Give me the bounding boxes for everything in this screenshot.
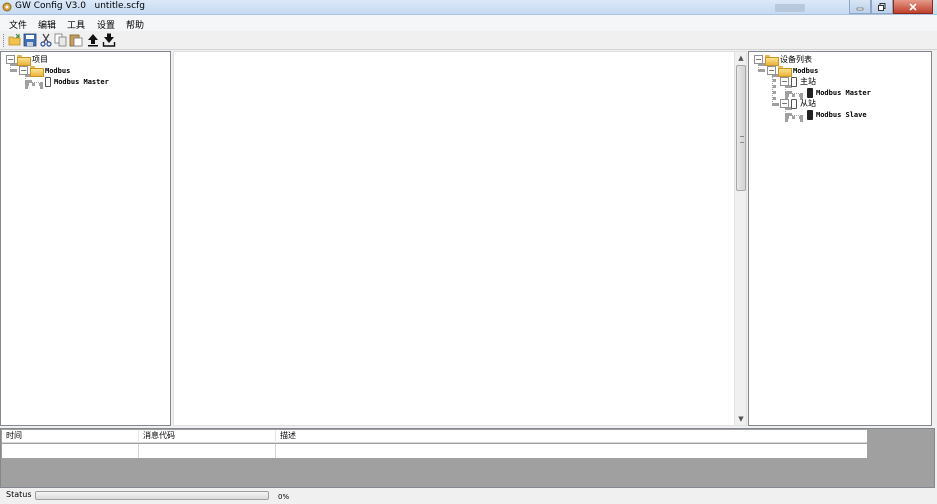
column-header-description[interactable]: 描述 [276,430,867,443]
tree-node-master-group[interactable]: − 主站 [780,76,816,87]
collapse-icon[interactable]: − [767,66,776,75]
tree-node-slave-group[interactable]: − 从站 [780,98,816,109]
minimize-icon [856,7,864,10]
scroll-up-icon[interactable]: ▲ [735,52,747,64]
tree-line [25,82,43,86]
table-row[interactable] [2,444,867,458]
tree-node-modbus[interactable]: − Modbus [767,65,819,77]
tree-node-modbus[interactable]: − Modbus [19,65,71,77]
cut-icon[interactable] [39,33,53,47]
progress-percent: 0% [278,493,290,501]
tree-line [785,93,803,97]
app-gear-icon [2,2,12,12]
open-folder-icon[interactable] [8,33,22,47]
tree-node-modbus-master[interactable]: Modbus Master [45,76,109,87]
status-bar: Status 0% [0,488,937,504]
device-icon [807,87,813,98]
progress-bar [35,491,269,500]
column-header-time[interactable]: 时间 [2,430,139,443]
tree-label: Modbus Master [816,88,871,97]
device-group-icon [791,98,797,109]
restore-button[interactable] [871,0,893,14]
table-cell [276,444,867,458]
scroll-grip [740,136,744,143]
collapse-icon[interactable]: − [754,55,763,64]
message-list[interactable]: 时间 消息代码 描述 [0,428,935,488]
tree-label: 设备列表 [780,55,812,64]
menu-help[interactable]: 帮助 [126,18,144,31]
message-list-header: 时间 消息代码 描述 [2,430,867,443]
menu-bar: 文件 编辑 工具 设置 帮助 [0,15,937,31]
folder-icon [778,66,792,77]
tree-label: 项目 [32,55,48,64]
folder-icon [765,55,779,66]
menu-settings[interactable]: 设置 [97,18,115,31]
tree-label: Modbus Slave [816,110,867,119]
folder-icon [17,55,31,66]
tree-line [785,115,803,119]
collapse-icon[interactable]: − [6,55,15,64]
tree-label: Modbus [793,66,819,75]
tree-node-modbus-master[interactable]: Modbus Master [807,87,871,98]
window-title: GW Config V3.0 untitle.scfg [15,1,145,11]
collapse-icon[interactable]: − [780,77,789,86]
title-bar-blurred-region [775,4,805,12]
toolbar [0,31,937,50]
collapse-icon[interactable]: − [780,99,789,108]
tree-node-modbus-slave[interactable]: Modbus Slave [807,109,867,120]
tree-line [772,74,776,106]
tree-label: 主站 [800,77,816,86]
title-bar: GW Config V3.0 untitle.scfg [0,0,937,15]
menu-file[interactable]: 文件 [9,18,27,31]
menu-tools[interactable]: 工具 [67,18,85,31]
tree-label: Modbus [45,66,71,75]
download-icon[interactable] [102,33,116,47]
table-cell [2,444,139,458]
scroll-down-icon[interactable]: ▼ [735,413,747,425]
tree-label: 从站 [800,99,816,108]
collapse-icon[interactable]: − [19,66,28,75]
tree-node-project[interactable]: − 项目 [6,54,48,66]
upload-icon[interactable] [86,33,100,47]
restore-icon [878,2,886,11]
table-cell [139,444,276,458]
scroll-thumb[interactable] [736,65,746,191]
menu-edit[interactable]: 编辑 [38,18,56,31]
workspace-panel[interactable]: ▲ ▼ [173,51,747,426]
close-icon [909,2,917,11]
close-button[interactable] [893,0,933,14]
tree-label: Modbus Master [54,77,109,86]
save-icon[interactable] [23,33,37,47]
device-icon [45,76,51,87]
device-group-icon [791,76,797,87]
toolbar-grip[interactable] [3,34,5,47]
vertical-scrollbar[interactable]: ▲ ▼ [734,52,746,425]
minimize-button[interactable] [849,0,871,14]
project-tree-panel[interactable]: − 项目 − Modbus Modbus Master [0,51,171,426]
tree-node-device-list[interactable]: − 设备列表 [754,54,812,66]
paste-icon[interactable] [69,33,83,47]
device-tree-panel[interactable]: − 设备列表 − Modbus − 主站 Modbus Master − 从站 … [748,51,932,426]
device-icon [807,109,813,120]
folder-icon [30,66,44,77]
copy-icon[interactable] [54,33,68,47]
column-header-code[interactable]: 消息代码 [139,430,276,443]
status-label: Status [6,490,32,499]
window-controls [849,0,933,14]
